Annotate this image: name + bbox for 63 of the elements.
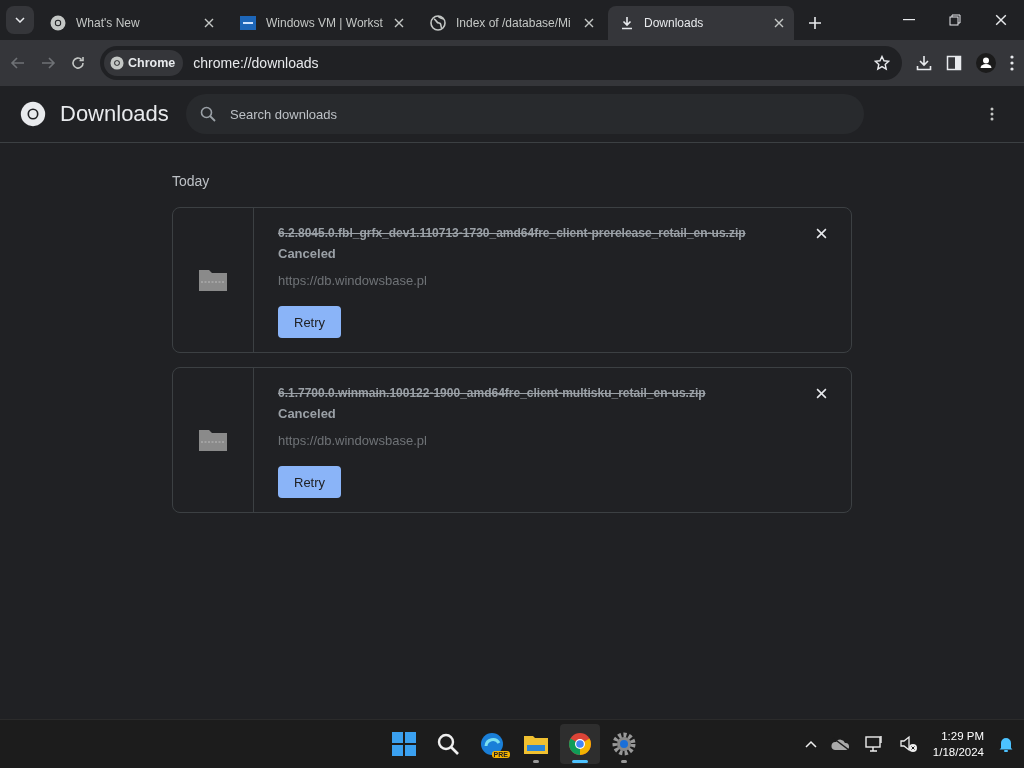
source-url: https://db.windowsbase.pl xyxy=(278,433,427,448)
forward-button[interactable] xyxy=(40,55,56,71)
menu-button[interactable] xyxy=(990,107,994,121)
network-icon xyxy=(864,735,885,753)
gear-icon xyxy=(612,732,636,756)
profile-button[interactable] xyxy=(976,53,996,73)
retry-button[interactable]: Retry xyxy=(278,306,342,338)
close-tab-button[interactable] xyxy=(394,18,404,28)
bell-icon xyxy=(998,736,1014,752)
cloud-off-icon xyxy=(830,737,851,751)
close-tab-button[interactable] xyxy=(584,18,594,28)
close-icon[interactable] xyxy=(995,14,1007,26)
restore-icon[interactable] xyxy=(949,14,961,26)
browser-tab[interactable]: Windows VM | Workst xyxy=(228,6,414,40)
close-tab-button[interactable] xyxy=(774,18,784,28)
tray-chevron-button[interactable] xyxy=(804,740,817,748)
windows-logo-icon xyxy=(392,732,416,756)
search-icon xyxy=(200,106,216,122)
chrome-icon xyxy=(110,56,124,70)
source-url: https://db.windowsbase.pl xyxy=(278,273,427,288)
tab-title: Downloads xyxy=(644,16,705,30)
file-name: 6.2.8045.0.fbl_grfx_dev1.110713-1730_amd64fre_client-prerelease_retail_en-us.zip xyxy=(278,226,747,240)
folder-icon xyxy=(523,733,549,755)
downloads-button[interactable] xyxy=(916,55,932,71)
search-field[interactable]: Search downloads xyxy=(186,94,864,134)
tab-title: Index of /database/Mi xyxy=(456,16,572,30)
new-tab-button[interactable] xyxy=(808,16,822,30)
download-status: Canceled xyxy=(278,246,336,261)
minimize-icon[interactable] xyxy=(903,19,915,21)
tab-search-button[interactable] xyxy=(6,6,34,34)
close-tab-button[interactable] xyxy=(204,18,214,28)
app-logo-icon xyxy=(240,16,256,30)
zip-folder-icon xyxy=(198,268,228,292)
browser-tab[interactable]: What's New xyxy=(38,6,224,40)
chrome-logo-icon xyxy=(20,101,46,127)
tab-title: What's New xyxy=(76,16,141,30)
site-chip[interactable]: Chrome xyxy=(104,50,184,76)
section-heading: Today xyxy=(172,173,211,189)
browser-tab[interactable]: Downloads xyxy=(608,6,794,40)
taskbar-app-button[interactable] xyxy=(560,724,600,764)
browser-tab[interactable]: Index of /database/Mi xyxy=(418,6,604,40)
retry-button[interactable]: Retry xyxy=(278,466,342,498)
download-status: Canceled xyxy=(278,406,336,421)
zip-folder-icon xyxy=(198,428,228,452)
globe-icon xyxy=(430,15,446,31)
side-panel-button[interactable] xyxy=(946,55,962,71)
remove-button[interactable] xyxy=(816,227,827,239)
speaker-muted-icon xyxy=(898,735,919,753)
page-title: Downloads xyxy=(60,101,170,127)
chrome-logo-icon xyxy=(568,732,592,756)
chevron-down-icon xyxy=(15,17,25,23)
file-name: 6.1.7700.0.winmain.100122-1900_amd64fre_client-multisku_retail_en-us.zip xyxy=(278,386,707,400)
tab-title: Windows VM | Workst xyxy=(266,16,384,30)
menu-button[interactable] xyxy=(1010,55,1014,71)
chrome-icon xyxy=(50,15,66,31)
reload-button[interactable] xyxy=(70,55,86,71)
address-text[interactable]: chrome://downloads xyxy=(193,55,864,71)
download-icon xyxy=(620,16,634,30)
clock[interactable]: 1:29 PM 1/18/2024 xyxy=(932,728,984,760)
remove-button[interactable] xyxy=(816,387,827,399)
search-icon xyxy=(436,732,460,756)
back-button[interactable] xyxy=(10,55,26,71)
bookmark-star-button[interactable] xyxy=(874,55,890,71)
